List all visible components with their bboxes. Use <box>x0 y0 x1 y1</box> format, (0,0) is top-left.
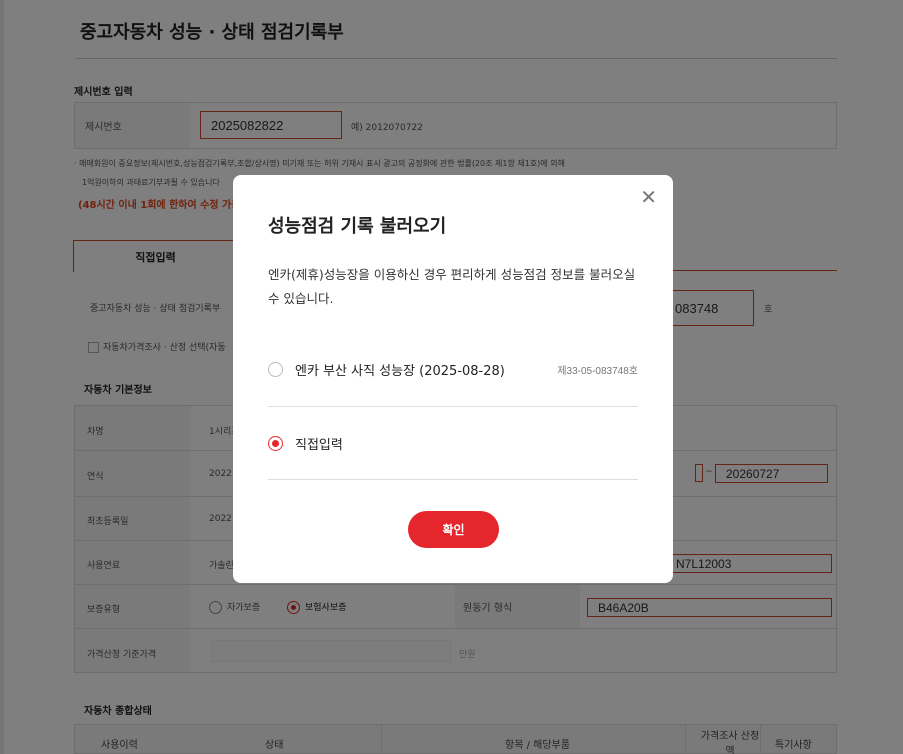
close-icon[interactable]: ✕ <box>640 187 657 207</box>
option-divider <box>268 479 638 480</box>
option-encar-busan[interactable]: 엔카 부산 사직 성능장 (2025-08-28) 제33-05-083748호 <box>268 332 638 406</box>
option-encar-label: 엔카 부산 사직 성능장 (2025-08-28) <box>295 363 505 379</box>
load-record-modal: ✕ 성능점검 기록 불러오기 엔카(제휴)성능장을 이용하신 경우 편리하게 성… <box>233 175 673 583</box>
option-encar-radio[interactable] <box>268 361 283 377</box>
option-direct-input[interactable]: 직접입력 <box>268 406 638 480</box>
option-direct-radio[interactable] <box>268 435 283 451</box>
confirm-button[interactable]: 확인 <box>408 511 499 548</box>
modal-description: 엔카(제휴)성능장을 이용하신 경우 편리하게 성능점검 정보를 불러오실 수 … <box>268 267 636 306</box>
modal-title: 성능점검 기록 불러오기 <box>268 216 447 237</box>
option-direct-label: 직접입력 <box>295 437 343 453</box>
option-encar-number: 제33-05-083748호 <box>557 365 638 377</box>
